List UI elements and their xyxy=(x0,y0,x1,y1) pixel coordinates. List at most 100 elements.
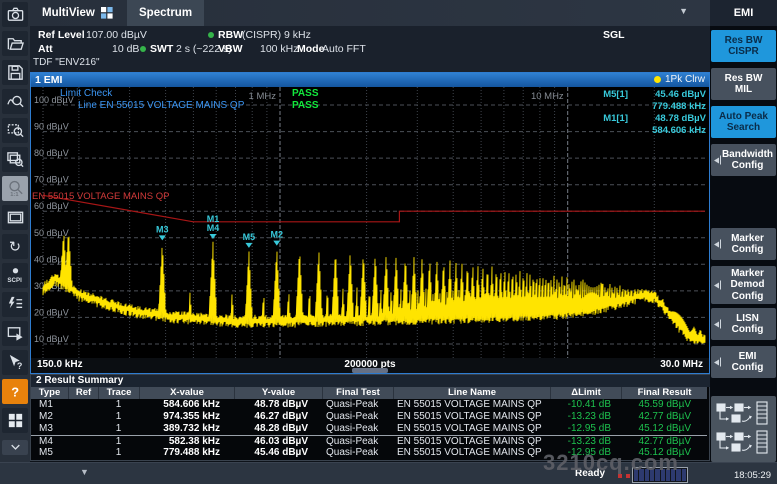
cell-ref xyxy=(68,423,98,435)
scpi-recorder-icon[interactable]: SCPI xyxy=(2,263,28,288)
save-icon[interactable] xyxy=(2,60,28,85)
multiview-grid-icon xyxy=(101,7,113,19)
status-message-caret[interactable]: ▼ xyxy=(80,467,89,477)
result-row-M2[interactable]: M21974.355 kHz46.27 dBµVQuasi-PeakEN 550… xyxy=(31,411,707,423)
cell-y-value: 48.78 dBµV xyxy=(234,399,322,411)
cell-line-name: EN 55015 VOLTAGE MAINS QP xyxy=(393,423,550,435)
submenu-arrow-icon xyxy=(714,156,721,165)
trace-color-dot xyxy=(654,76,661,83)
event-sequence-icon[interactable] xyxy=(2,292,28,317)
cell-x-value: 779.488 kHz xyxy=(139,447,234,459)
rbw-value[interactable]: (CISPR) 9 kHz xyxy=(242,29,311,41)
svg-text:?: ? xyxy=(11,384,19,399)
submenu-arrow-icon xyxy=(714,358,721,367)
measurement-progress-bar xyxy=(632,467,688,483)
result-row-M1[interactable]: M11584.606 kHz48.78 dBµVQuasi-PeakEN 550… xyxy=(31,399,707,411)
tab-spectrum[interactable]: Spectrum xyxy=(127,0,204,26)
cell-trace: 1 xyxy=(98,399,139,411)
instrument-screen: 1:1 ↻ SCPI?? MultiView Spectrum ▼ Ref Leve… xyxy=(0,0,777,484)
tab-spectrum-label: Spectrum xyxy=(139,7,192,19)
window-resize-grip[interactable] xyxy=(352,368,388,373)
clock: 18:05:29 xyxy=(734,470,771,481)
emi-window-titlebar[interactable]: 1 EMI 1Pk Clrw xyxy=(31,73,709,87)
softkey-lisn-config[interactable]: LISNConfig xyxy=(711,308,776,340)
svg-text:1 MHz: 1 MHz xyxy=(249,91,277,102)
softkey-auto-peak-search[interactable]: Auto PeakSearch xyxy=(711,106,776,138)
column-header-2: Trace xyxy=(98,387,139,399)
softkey-res-bw-cispr[interactable]: Res BWCISPR xyxy=(711,30,776,62)
cell-y-value: 45.46 dBµV xyxy=(234,447,322,459)
external-monitor-icon[interactable] xyxy=(2,321,28,346)
cell-x-value: 974.355 kHz xyxy=(139,411,234,423)
result-table-header: TypeRefTraceX-valueY-valueFinal TestLine… xyxy=(31,387,707,399)
trace-label[interactable]: 1Pk Clrw xyxy=(654,74,705,85)
cell-type: M2 xyxy=(31,411,68,423)
cell-type: M3 xyxy=(31,423,68,435)
softkey-marker-demod-config[interactable]: MarkerDemodConfig xyxy=(711,266,776,304)
tdf-value[interactable]: TDF "ENV216" xyxy=(33,57,100,68)
vbw-value[interactable]: 100 kHz xyxy=(260,43,299,55)
open-file-icon[interactable] xyxy=(2,31,28,56)
zoom-1-1-icon[interactable]: 1:1 xyxy=(2,176,28,201)
cell-δlimit: -12.95 dB xyxy=(550,423,621,435)
channel-tab-bar: MultiView Spectrum ▼ xyxy=(30,0,710,26)
multi-zoom-icon[interactable] xyxy=(2,147,28,172)
result-summary-titlebar[interactable]: 2 Result Summary xyxy=(31,375,712,387)
cell-type: M4 xyxy=(31,436,68,447)
vbw-label: VBW xyxy=(218,43,243,55)
cell-line-name: EN 55015 VOLTAGE MAINS QP xyxy=(393,411,550,423)
settings-header: Ref Level 107.00 dBµV RBW (CISPR) 9 kHz … xyxy=(30,26,710,72)
ref-level-value[interactable]: 107.00 dBµV xyxy=(86,29,147,41)
help-icon[interactable]: ? xyxy=(2,379,28,404)
limit-line-row-label: Line EN 55015 VOLTAGE MAINS QP xyxy=(78,100,244,111)
cell-trace: 1 xyxy=(98,411,139,423)
svg-text:M3: M3 xyxy=(156,224,169,234)
tab-multiview[interactable]: MultiView xyxy=(30,0,125,26)
zoom-trace-icon[interactable] xyxy=(2,89,28,114)
sequencer-icon xyxy=(716,401,772,457)
column-header-8: Final Result xyxy=(621,387,707,399)
result-row-M4[interactable]: M41582.38 kHz46.03 dBµVQuasi-PeakEN 5501… xyxy=(31,435,707,447)
tab-overflow-caret[interactable]: ▼ xyxy=(679,6,688,16)
spectrum-plot[interactable]: 100 dBµV90 dBµV80 dBµV70 dBµV60 dBµV50 d… xyxy=(31,87,709,358)
softkey-bandwidth-config[interactable]: BandwidthConfig xyxy=(711,144,776,176)
svg-text:50 dBµV: 50 dBµV xyxy=(34,228,69,238)
zoom-area-icon[interactable] xyxy=(2,118,28,143)
context-help-icon[interactable]: ? xyxy=(2,350,28,375)
svg-text:90 dBµV: 90 dBµV xyxy=(34,122,69,132)
cell-line-name: EN 55015 VOLTAGE MAINS QP xyxy=(393,447,550,459)
svg-text:↻: ↻ xyxy=(8,240,20,256)
mode-value[interactable]: Auto FFT xyxy=(322,43,366,55)
sequencer-button[interactable] xyxy=(711,396,776,462)
cell-final-test: Quasi-Peak xyxy=(322,423,393,435)
column-header-1: Ref xyxy=(68,387,98,399)
swt-coupled-led xyxy=(140,46,146,52)
left-toolbar: 1:1 ↻ SCPI?? xyxy=(0,0,30,462)
softkey-res-bw-mil[interactable]: Res BWMIL xyxy=(711,68,776,100)
cell-final-test: Quasi-Peak xyxy=(322,447,393,459)
cell-δlimit: -13.23 dB xyxy=(550,436,621,447)
toolbar-collapse-icon[interactable] xyxy=(2,440,28,455)
display-frame-icon[interactable] xyxy=(2,205,28,230)
cell-final-test: Quasi-Peak xyxy=(322,411,393,423)
mode-label: Mode xyxy=(297,43,324,55)
svg-text:10 MHz: 10 MHz xyxy=(531,91,564,102)
submenu-arrow-icon xyxy=(714,240,721,249)
result-row-M3[interactable]: M31389.732 kHz48.28 dBµVQuasi-PeakEN 550… xyxy=(31,423,707,435)
rbw-coupled-led xyxy=(208,32,214,38)
softkey-marker-config[interactable]: MarkerConfig xyxy=(711,228,776,260)
windows-start-icon[interactable] xyxy=(2,408,28,433)
cell-ref xyxy=(68,411,98,423)
result-row-M5[interactable]: M51779.488 kHz45.46 dBµVQuasi-PeakEN 550… xyxy=(31,447,707,459)
replay-icon[interactable]: ↻ xyxy=(2,234,28,259)
screenshot-icon[interactable] xyxy=(2,2,28,27)
x-axis-bar: 150.0 kHz 200000 pts 30.0 MHz xyxy=(31,358,709,373)
cell-ref xyxy=(68,436,98,447)
softkey-emi-config[interactable]: EMIConfig xyxy=(711,346,776,378)
watermark-mark xyxy=(618,474,622,478)
svg-text:60 dBµV: 60 dBµV xyxy=(34,201,69,211)
att-value[interactable]: 10 dB xyxy=(112,43,139,55)
limit-line-name: EN 55015 VOLTAGE MAINS QP xyxy=(32,191,169,202)
cell-final-result: 42.77 dBµV xyxy=(621,411,707,423)
svg-text:SCPI: SCPI xyxy=(7,277,22,284)
